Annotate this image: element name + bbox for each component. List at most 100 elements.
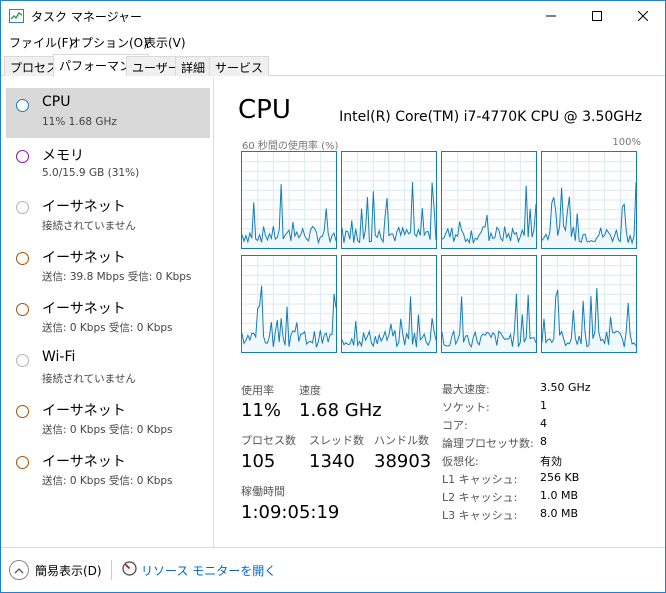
graph-axis-label: 60 秒間の使用率 (%) [242, 141, 339, 152]
detail-key: ソケット: [442, 401, 490, 414]
cpu-indicator-icon [16, 99, 29, 112]
sidebar-item-title: イーサネット [42, 199, 126, 215]
sidebar-item-subtitle: 送信: 0 Kbps 受信: 0 Kbps [42, 322, 173, 334]
sidebar-item-ethernet-4[interactable]: イーサネット 送信: 0 Kbps 受信: 0 Kbps [6, 394, 210, 444]
task-manager-window: タスク マネージャー ファイル(F) オプション(O) 表示(V) プロセス パ… [0, 0, 666, 593]
core-usage-graph [341, 151, 437, 249]
sidebar-item-subtitle: 送信: 0 Kbps 受信: 0 Kbps [42, 475, 173, 487]
speed-value: 1.68 GHz [299, 400, 382, 421]
sidebar-item-subtitle: 11% 1.68 GHz [42, 116, 117, 128]
title-bar[interactable]: タスク マネージャー [1, 1, 665, 31]
menu-file[interactable]: ファイル(F) [9, 34, 73, 51]
tab-services[interactable]: サービス [209, 56, 270, 76]
sidebar-item-title: イーサネット [42, 250, 126, 266]
sidebar-item-subtitle: 5.0/15.9 GB (31%) [42, 167, 140, 179]
threads-value: 1340 [309, 451, 355, 472]
ethernet-indicator-icon [16, 456, 29, 469]
core-usage-plot [341, 152, 437, 248]
resource-monitor-icon[interactable] [122, 561, 137, 576]
sidebar-item-subtitle: 接続されていません [42, 220, 136, 232]
speed-label: 速度 [299, 384, 321, 397]
close-icon [638, 11, 648, 21]
cpu-detail-panel: CPU Intel(R) Core(TM) i7-4770K CPU @ 3.5… [215, 77, 665, 547]
sidebar-item-cpu[interactable]: CPU 11% 1.68 GHz [6, 88, 210, 138]
page-title: CPU [238, 95, 291, 125]
cpu-model-name: Intel(R) Core(TM) i7-4770K CPU @ 3.50GHz [339, 109, 642, 125]
sidebar-item-title: イーサネット [42, 403, 126, 419]
core-usage-graph [341, 255, 437, 353]
detail-value: 有効 [540, 455, 562, 468]
ethernet-indicator-icon [16, 252, 29, 265]
tab-details[interactable]: 詳細 [175, 56, 212, 76]
core-usage-plot [241, 152, 337, 248]
uptime-value: 1:09:05:19 [241, 502, 340, 523]
sidebar-item-ethernet-2[interactable]: イーサネット 送信: 39.8 Mbps 受信: 0 Kbps [6, 241, 210, 291]
core-usage-graph [241, 151, 337, 249]
processes-value: 105 [241, 451, 276, 472]
core-usage-plot [241, 256, 337, 352]
ethernet-indicator-icon [16, 405, 29, 418]
tab-bar: プロセス パフォーマンス ユーザー 詳細 サービス [1, 54, 665, 77]
menu-view[interactable]: 表示(V) [144, 34, 186, 51]
sidebar-item-ethernet-3[interactable]: イーサネット 送信: 0 Kbps 受信: 0 Kbps [6, 292, 210, 342]
memory-indicator-icon [16, 150, 29, 163]
uptime-label: 稼働時間 [241, 485, 285, 498]
footer-bar: 簡易表示(D) リソース モニターを開く [1, 547, 665, 592]
performance-sidebar: CPU 11% 1.68 GHz メモリ 5.0/15.9 GB (31%) イ… [1, 77, 214, 547]
core-usage-graph [241, 255, 337, 353]
footer-divider [111, 560, 112, 580]
open-resource-monitor-link[interactable]: リソース モニターを開く [141, 562, 276, 579]
detail-value: 8 [540, 435, 547, 448]
sidebar-item-title: イーサネット [42, 454, 126, 470]
detail-key: 論理プロセッサ数: [442, 437, 534, 450]
usage-label: 使用率 [241, 384, 274, 397]
core-usage-graph [541, 151, 637, 249]
detail-key: L3 キャッシュ: [442, 509, 518, 522]
handles-label: ハンドル数 [374, 434, 429, 447]
sidebar-item-ethernet-1[interactable]: イーサネット 接続されていません [6, 190, 210, 240]
maximize-icon [592, 11, 602, 21]
usage-value: 11% [241, 400, 282, 421]
core-usage-graph [441, 151, 537, 249]
processes-label: プロセス数 [241, 434, 296, 447]
detail-key: 仮想化: [442, 455, 479, 468]
sidebar-item-title: イーサネット [42, 301, 126, 317]
core-usage-graph [541, 255, 637, 353]
sidebar-item-title: Wi-Fi [42, 349, 76, 365]
close-button[interactable] [620, 1, 666, 31]
detail-value: 3.50 GHz [540, 381, 591, 394]
minimize-icon [546, 15, 556, 17]
graph-max-label: 100% [612, 137, 641, 148]
ethernet-indicator-icon [16, 303, 29, 316]
sidebar-item-title: メモリ [42, 148, 84, 164]
detail-key: 最大速度: [442, 383, 490, 396]
maximize-button[interactable] [574, 1, 620, 31]
core-usage-plot [441, 256, 537, 352]
sidebar-item-ethernet-5[interactable]: イーサネット 送信: 0 Kbps 受信: 0 Kbps [6, 445, 210, 495]
cpu-usage-graphs[interactable] [241, 151, 639, 356]
core-usage-plot [541, 256, 637, 352]
sidebar-item-subtitle: 接続されていません [42, 373, 136, 385]
menu-bar: ファイル(F) オプション(O) 表示(V) [1, 32, 665, 52]
sidebar-item-memory[interactable]: メモリ 5.0/15.9 GB (31%) [6, 139, 210, 189]
task-manager-icon [9, 9, 24, 23]
detail-value: 1.0 MB [540, 489, 579, 502]
detail-key: L1 キャッシュ: [442, 473, 518, 486]
sidebar-item-subtitle: 送信: 39.8 Mbps 受信: 0 Kbps [42, 271, 192, 283]
wifi-indicator-icon [16, 354, 29, 367]
chevron-up-glyph [14, 567, 24, 573]
sidebar-item-title: CPU [42, 94, 71, 110]
minimize-button[interactable] [528, 1, 574, 31]
core-usage-plot [441, 152, 537, 248]
detail-key: コア: [442, 419, 468, 432]
sidebar-item-wifi[interactable]: Wi-Fi 接続されていません [6, 343, 210, 393]
threads-label: スレッド数 [309, 434, 364, 447]
detail-value: 4 [540, 417, 547, 430]
core-usage-graph [441, 255, 537, 353]
fewer-details-button[interactable]: 簡易表示(D) [35, 562, 102, 579]
core-usage-plot [341, 256, 437, 352]
chevron-up-icon[interactable] [9, 560, 29, 580]
handles-value: 38903 [374, 451, 432, 472]
core-usage-plot [541, 152, 637, 248]
menu-options[interactable]: オプション(O) [69, 34, 148, 51]
